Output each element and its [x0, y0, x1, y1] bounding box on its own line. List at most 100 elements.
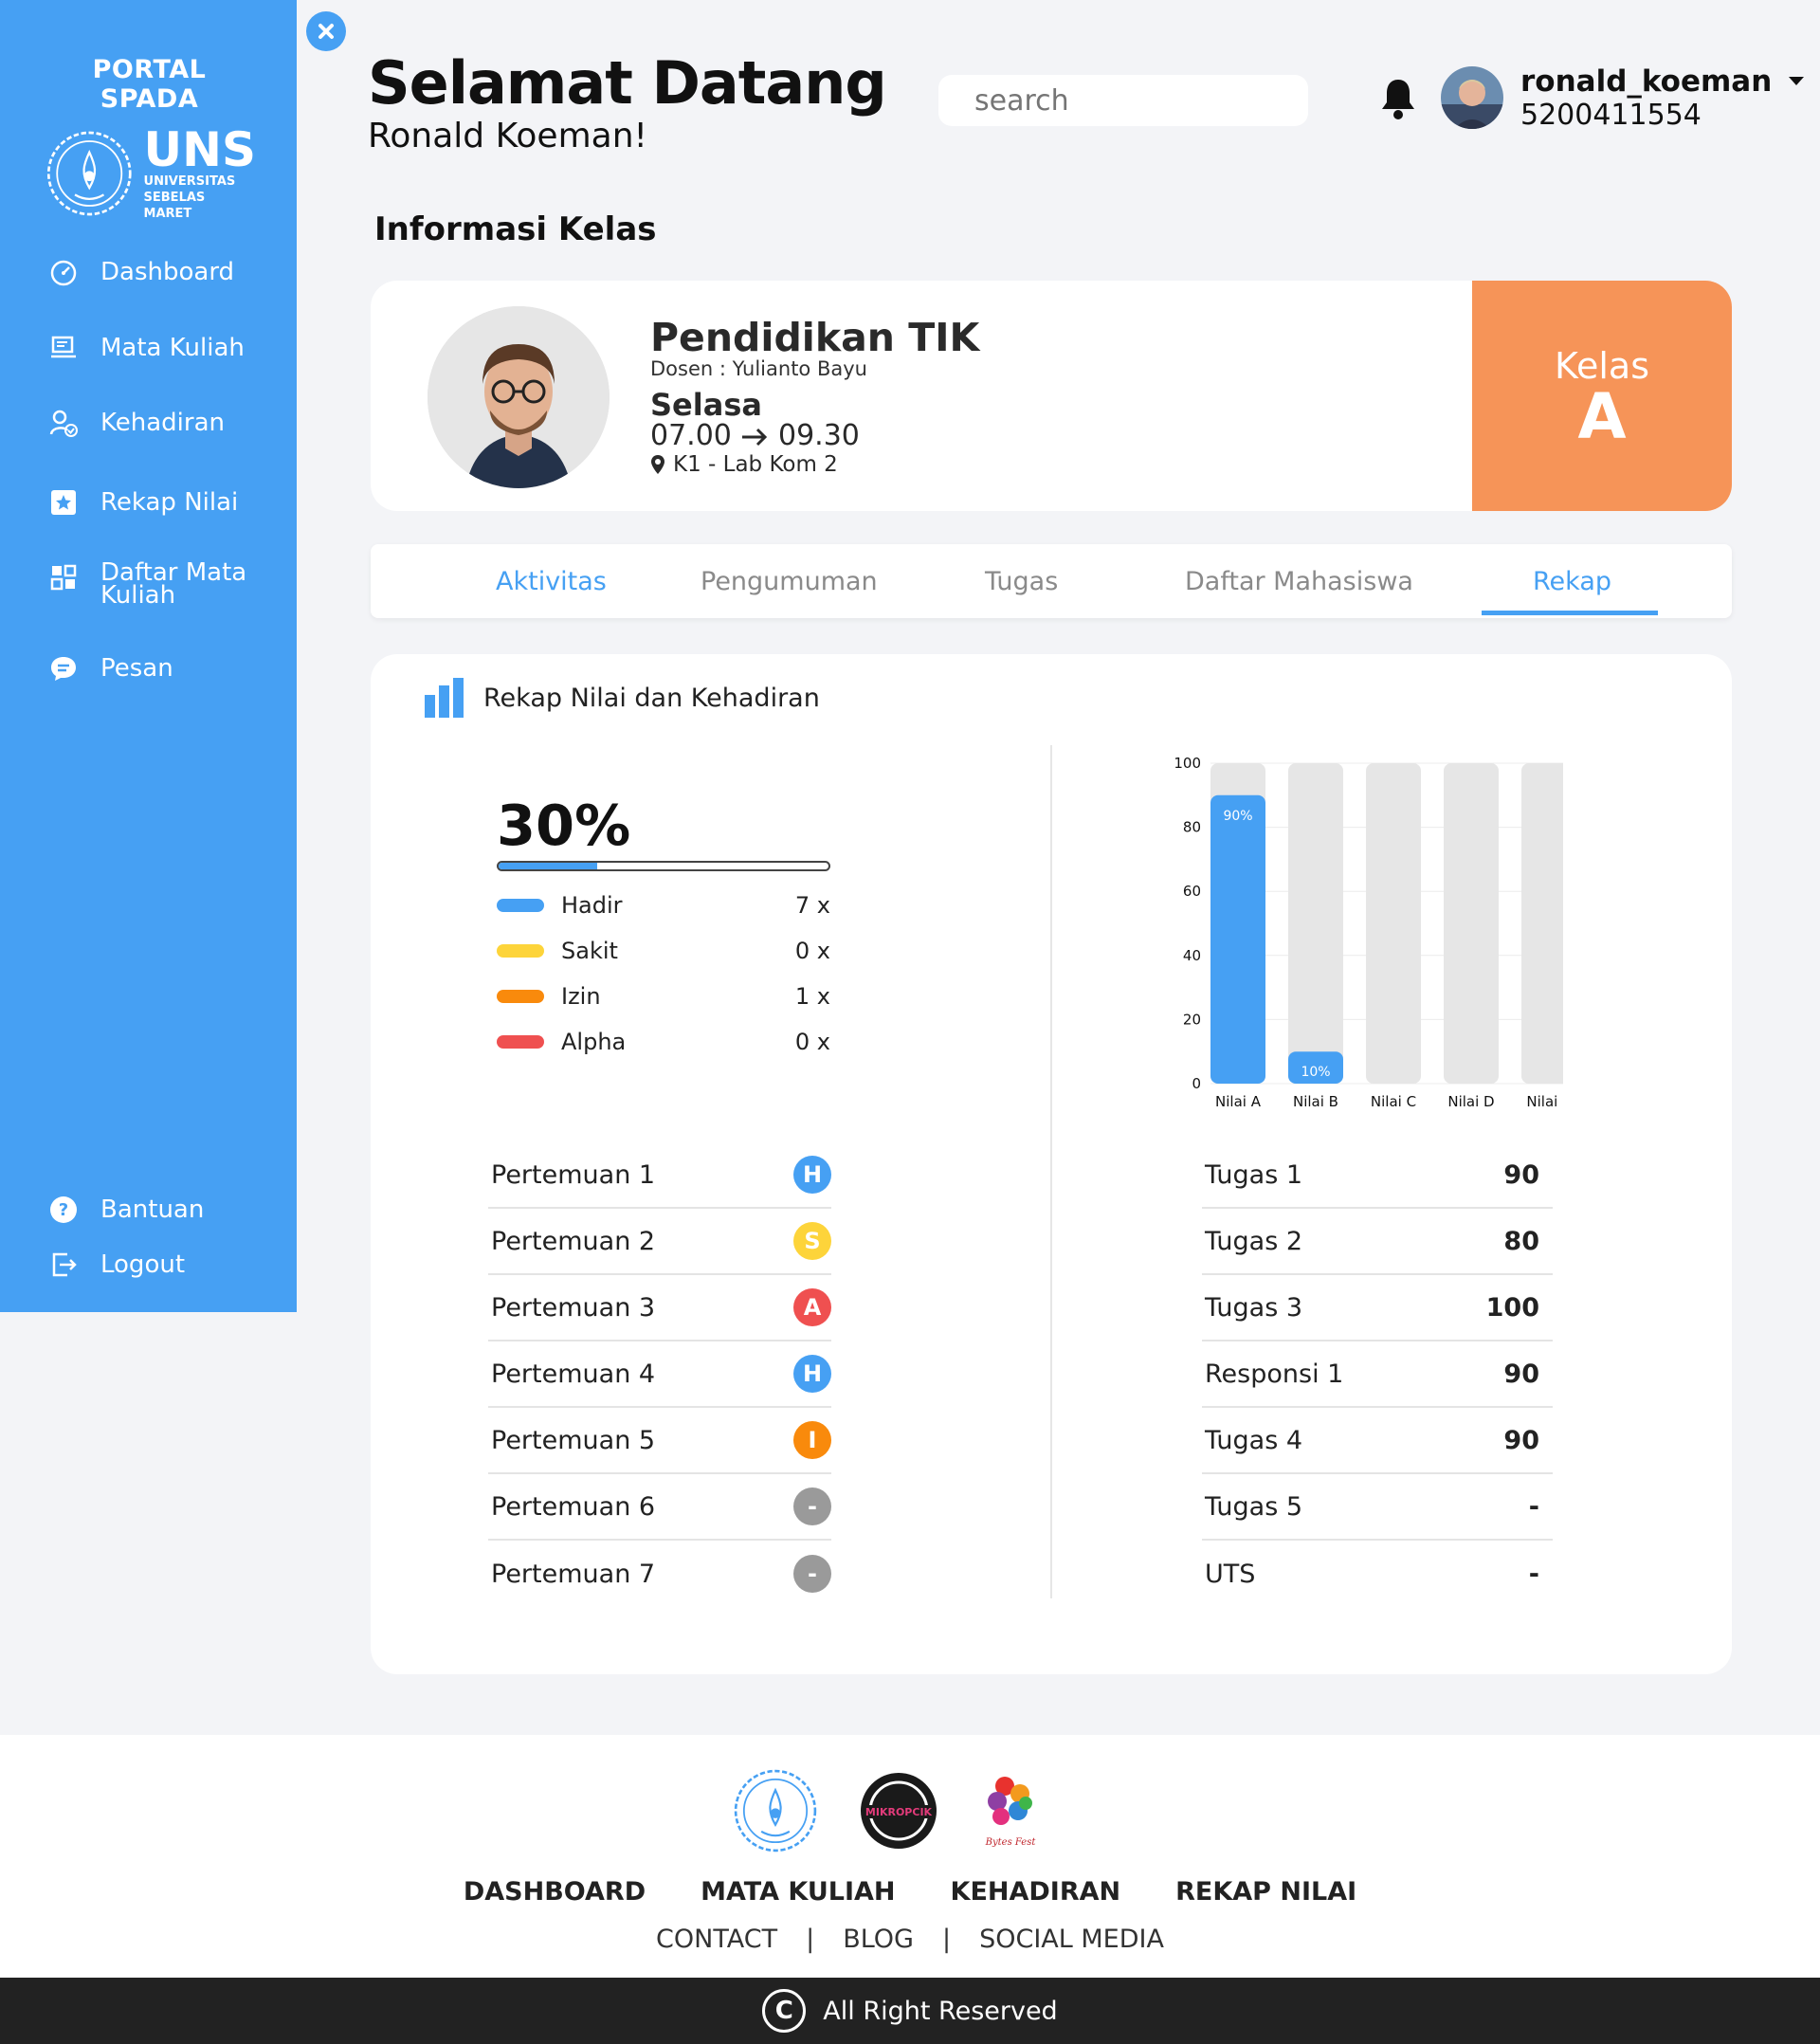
avatar[interactable]: [1441, 66, 1503, 129]
brand: PORTAL SPADA UNS UNIVERSITAS SEBELAS MAR…: [43, 55, 256, 226]
footer-nav: DASHBOARD MATA KULIAH KEHADIRAN REKAP NI…: [0, 1877, 1820, 1907]
legend-count: 1 x: [794, 983, 830, 1010]
legend-label: Sakit: [561, 938, 618, 964]
list-item: Pertemuan 1 H: [488, 1142, 831, 1209]
sidebar-item-kehadiran[interactable]: Kehadiran: [47, 407, 225, 439]
legend-label: Alpha: [561, 1029, 627, 1055]
y-tick-label: 100: [1174, 755, 1201, 772]
list-item: Responsi 1 90: [1202, 1341, 1553, 1408]
bell-icon: [1382, 80, 1414, 119]
grade-label: Tugas 1: [1205, 1159, 1303, 1190]
bar-track: [1366, 763, 1421, 1084]
logout-icon: [47, 1249, 80, 1281]
sidebar-item-rekap-nilai[interactable]: Rekap Nilai: [47, 486, 238, 519]
legend-row-izin: Izin 1 x: [497, 974, 830, 1019]
status-badge: H: [793, 1355, 831, 1393]
class-day: Selasa: [650, 387, 762, 423]
list-item: Pertemuan 3 A: [488, 1275, 831, 1341]
y-tick-label: 60: [1183, 883, 1201, 900]
list-item: Tugas 3 100: [1202, 1275, 1553, 1341]
page-title: Selamat Datang: [368, 48, 887, 118]
bytes-fest-logo[interactable]: Bytes Fest: [976, 1765, 1045, 1856]
kelas-value: A: [1577, 380, 1627, 453]
help-icon: ?: [47, 1194, 80, 1226]
tab-daftar-mahasiswa[interactable]: Daftar Mahasiswa: [1185, 567, 1413, 596]
sidebar-item-label: Daftar Mata Kuliah: [100, 558, 247, 610]
search-box[interactable]: [938, 75, 1328, 126]
class-room: K1 - Lab Kom 2: [650, 451, 979, 478]
mikropcik-logo[interactable]: MIKROPCIK: [859, 1771, 938, 1851]
y-tick-label: 40: [1183, 947, 1201, 964]
lecturer-name: Dosen : Yulianto Bayu: [650, 357, 867, 380]
close-icon: [318, 24, 334, 39]
caret-down-icon[interactable]: [1789, 77, 1805, 86]
sidebar-item-mata-kuliah[interactable]: Mata Kuliah: [47, 332, 245, 364]
footer-link-social-media[interactable]: SOCIAL MEDIA: [979, 1925, 1164, 1954]
sidebar-item-bantuan[interactable]: ? Bantuan: [47, 1194, 204, 1226]
copyright-icon: C: [762, 1989, 807, 2033]
footer-link-mata-kuliah[interactable]: MATA KULIAH: [701, 1877, 895, 1907]
x-tick-label: Nilai E: [1526, 1093, 1563, 1110]
legend-row-alpha: Alpha 0 x: [497, 1019, 830, 1065]
footer-link-rekap-nilai[interactable]: REKAP NILAI: [1175, 1877, 1356, 1907]
list-item: Tugas 1 90: [1202, 1142, 1553, 1209]
footer-logos: MIKROPCIK Bytes Fest: [730, 1765, 1045, 1856]
footer-link-dashboard[interactable]: DASHBOARD: [464, 1877, 646, 1907]
column-divider: [1050, 745, 1052, 1598]
sidebar: PORTAL SPADA UNS UNIVERSITAS SEBELAS MAR…: [0, 0, 297, 1312]
brand-short: UNS: [143, 121, 256, 177]
tab-pengumuman[interactable]: Pengumuman: [701, 567, 878, 596]
tab-tugas[interactable]: Tugas: [985, 567, 1058, 596]
status-badge: A: [793, 1288, 831, 1326]
legend-row-sakit: Sakit 0 x: [497, 928, 830, 974]
search-input[interactable]: [974, 83, 1328, 118]
user-id: 5200411554: [1520, 99, 1702, 132]
user-menu[interactable]: ronald_koeman 5200411554: [1520, 64, 1805, 132]
status-badge: -: [793, 1555, 831, 1593]
y-tick-label: 20: [1183, 1011, 1201, 1028]
grade-label: Tugas 4: [1205, 1425, 1303, 1455]
grade-value: 90: [1503, 1159, 1539, 1190]
sidebar-item-logout[interactable]: Logout: [47, 1249, 185, 1281]
list-item: Tugas 5 -: [1202, 1474, 1553, 1541]
footer-link-contact[interactable]: CONTACT: [656, 1925, 777, 1954]
y-tick-label: 80: [1183, 819, 1201, 836]
tab-rekap[interactable]: Rekap: [1533, 567, 1611, 596]
legend-count: 0 x: [794, 1029, 830, 1055]
x-tick-label: Nilai B: [1293, 1093, 1338, 1110]
time-end: 09.30: [777, 419, 860, 452]
laptop-icon: [47, 332, 80, 364]
sidebar-item-daftar-mata-kuliah[interactable]: Daftar Mata Kuliah: [47, 558, 252, 610]
sidebar-item-dashboard[interactable]: Dashboard: [47, 256, 234, 288]
uns-seal-logo[interactable]: [730, 1765, 821, 1856]
data-label: 90%: [1223, 809, 1252, 824]
list-item: UTS -: [1202, 1541, 1553, 1607]
status-badge: I: [793, 1421, 831, 1459]
x-tick-label: Nilai C: [1371, 1093, 1416, 1110]
footer-link-kehadiran[interactable]: KEHADIRAN: [951, 1877, 1121, 1907]
tab-aktivitas[interactable]: Aktivitas: [496, 567, 607, 596]
brand-sub-2: SEBELAS MARET: [143, 190, 206, 221]
location-pin-icon: [651, 455, 664, 474]
sidebar-item-label: Rekap Nilai: [100, 488, 239, 517]
attendance-summary: 30% Hadir 7 x Sakit 0 x Izin 1 x Alpha 0…: [497, 796, 830, 1065]
bar-chart-icon: [425, 678, 464, 718]
attendance-legend: Hadir 7 x Sakit 0 x Izin 1 x Alpha 0 x: [497, 883, 830, 1065]
list-item: Pertemuan 5 I: [488, 1408, 831, 1474]
footer-link-blog[interactable]: BLOG: [843, 1925, 914, 1954]
close-sidebar-button[interactable]: [306, 11, 346, 51]
notification-button[interactable]: [1379, 76, 1417, 125]
rekap-header: Rekap Nilai dan Kehadiran: [425, 678, 820, 718]
copyright-text: All Right Reserved: [823, 1996, 1058, 2026]
meeting-label: Pertemuan 1: [491, 1159, 656, 1190]
legend-swatch: [497, 990, 544, 1003]
rekap-title: Rekap Nilai dan Kehadiran: [483, 683, 820, 713]
grade-label: Responsi 1: [1205, 1359, 1344, 1389]
grade-value: 80: [1503, 1226, 1539, 1256]
status-badge: S: [793, 1222, 831, 1260]
meeting-label: Pertemuan 3: [491, 1292, 656, 1323]
course-name: Pendidikan TIK: [650, 315, 980, 360]
sidebar-item-pesan[interactable]: Pesan: [47, 652, 173, 684]
legend-count: 0 x: [794, 938, 830, 964]
meeting-label: Pertemuan 2: [491, 1226, 656, 1256]
